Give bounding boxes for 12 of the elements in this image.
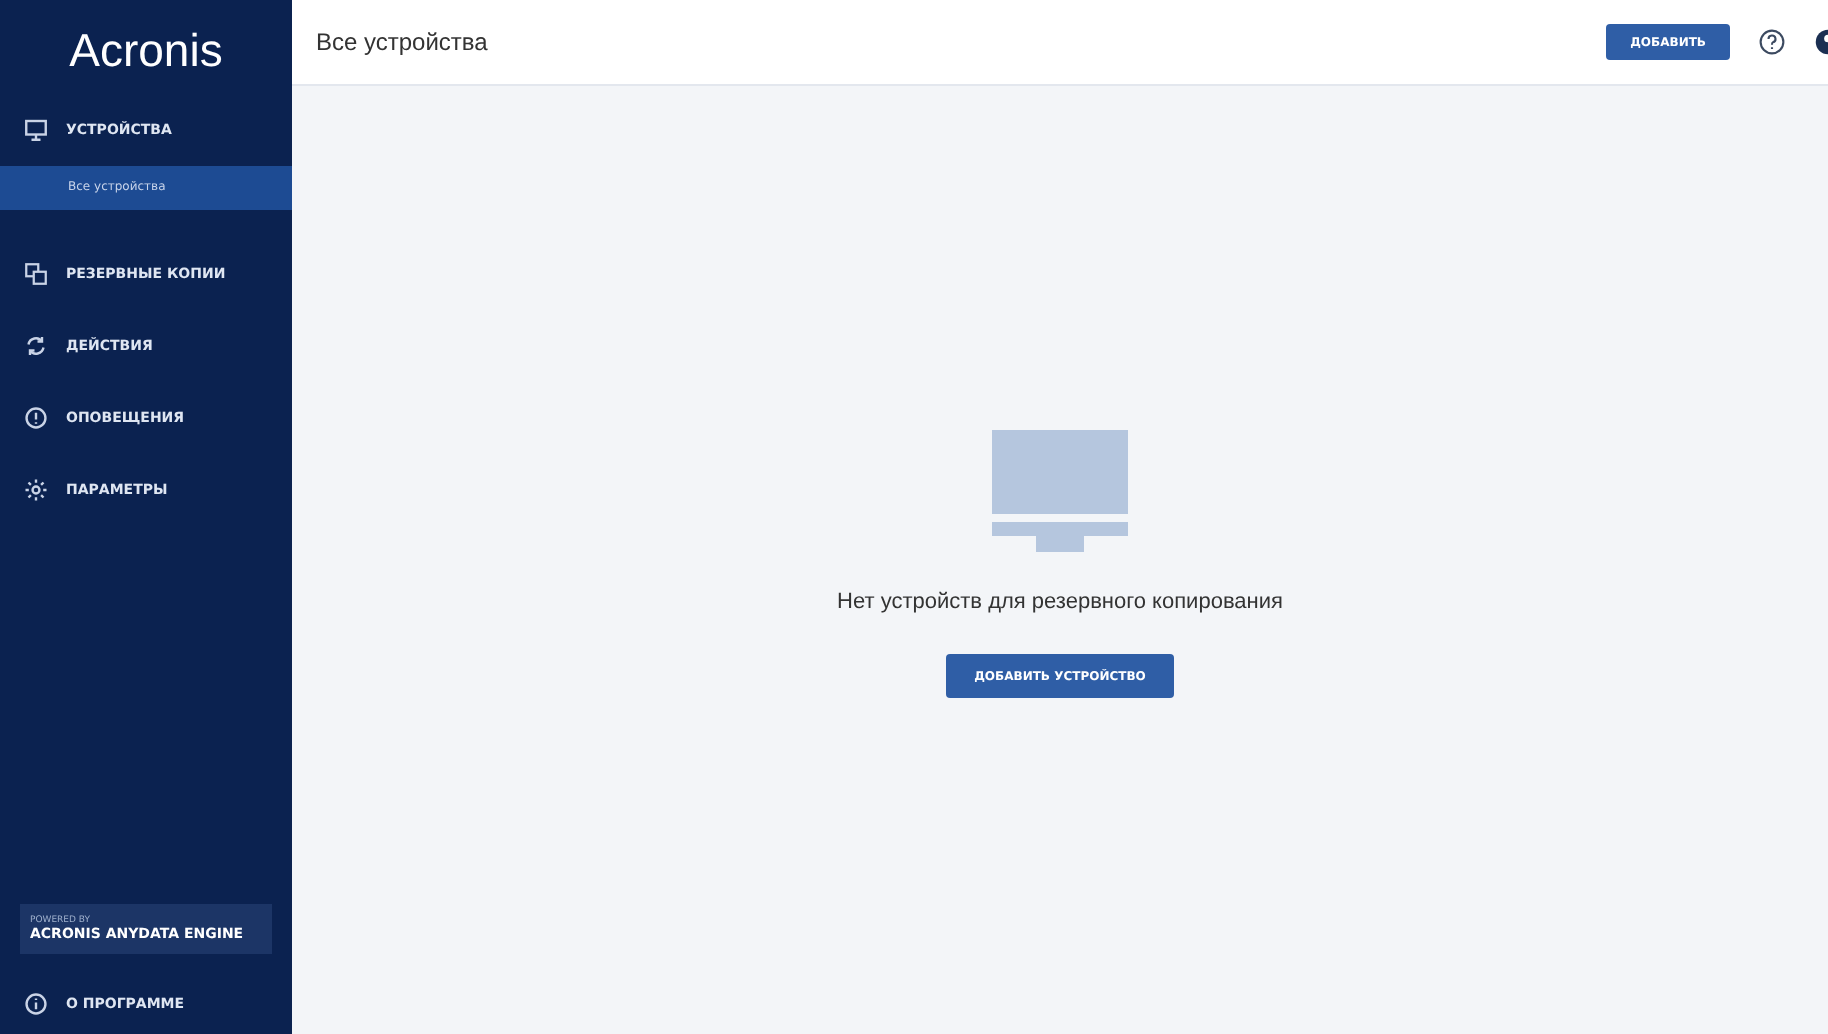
page-title: Все устройства [316, 28, 490, 56]
settings-icon [24, 478, 48, 502]
sync-icon [24, 334, 48, 358]
help-icon[interactable] [1758, 28, 1786, 56]
account-icon[interactable] [1814, 28, 1828, 56]
alert-icon [24, 406, 48, 430]
monitor-icon [24, 118, 48, 142]
app-logo: Acronis [67, 22, 225, 80]
empty-message: Нет устройств для резервного копирования [837, 590, 1283, 614]
info-icon [24, 992, 48, 1016]
copies-icon [24, 262, 48, 286]
monitor-illustration [992, 430, 1128, 554]
